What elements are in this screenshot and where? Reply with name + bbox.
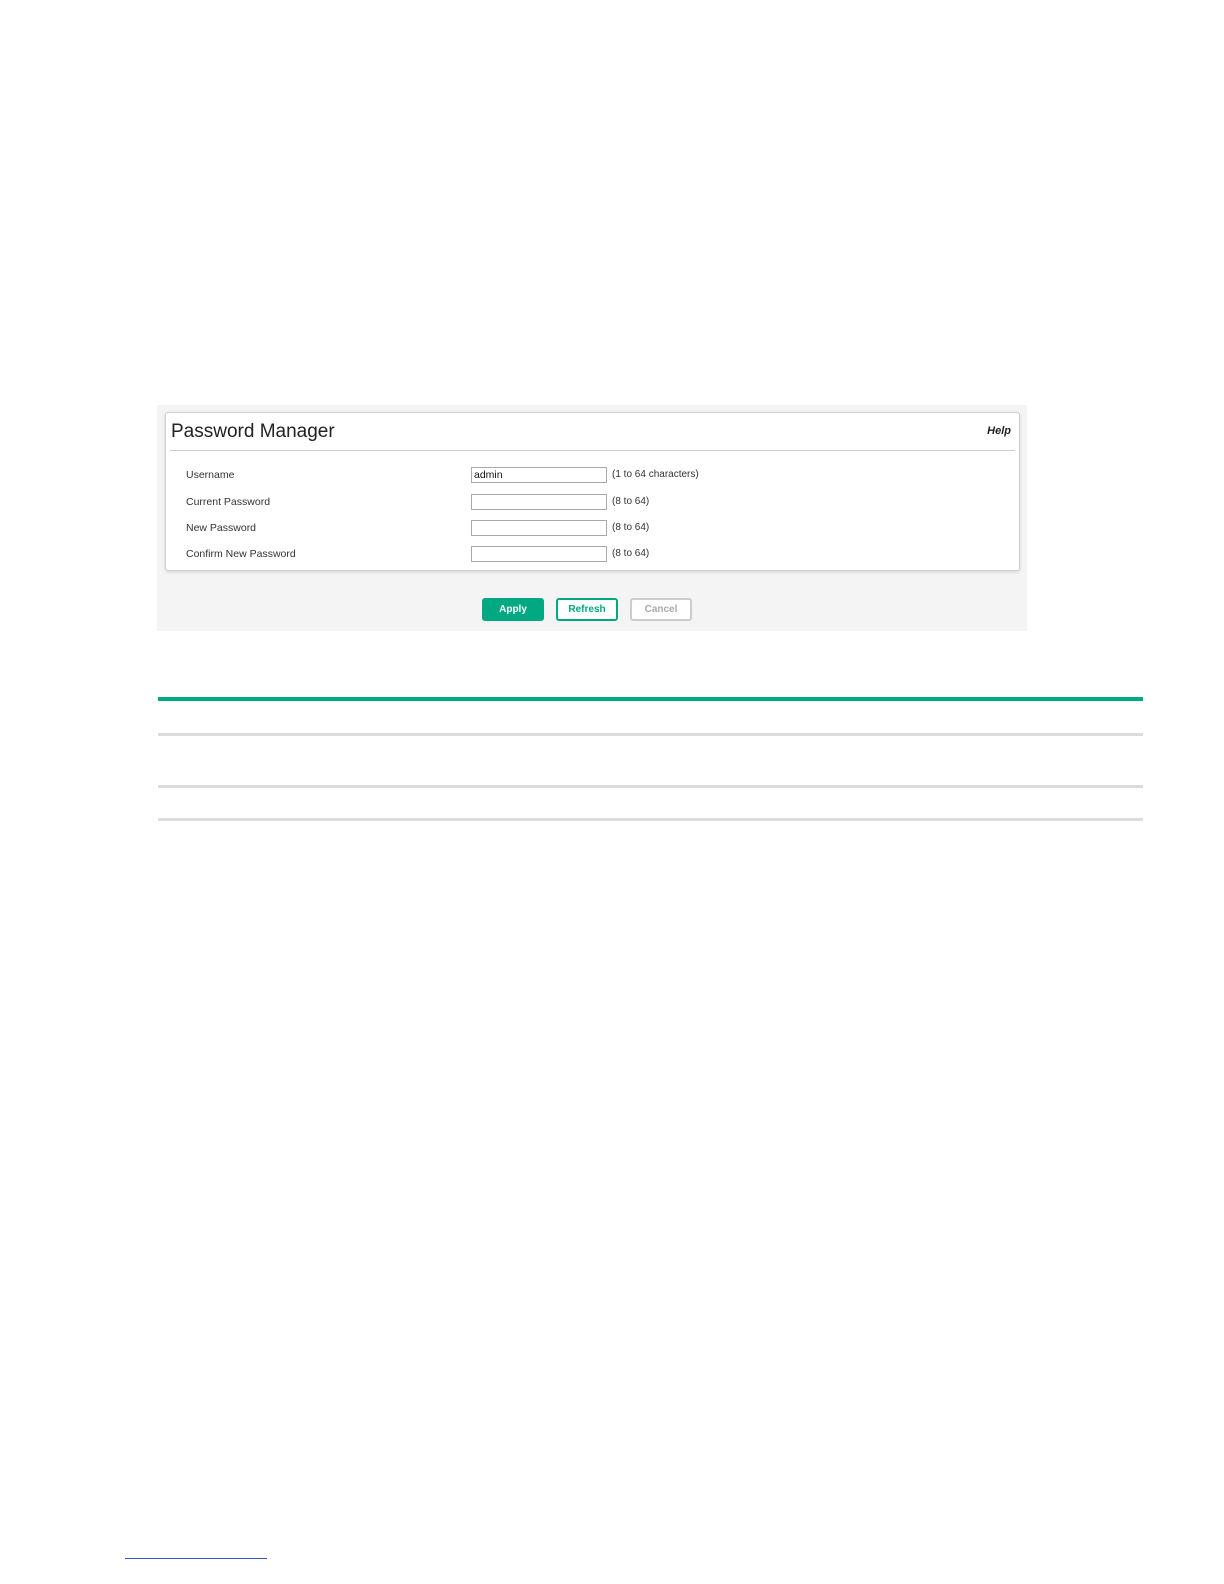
- new-password-label: New Password: [186, 522, 257, 534]
- new-password-hint: (8 to 64): [612, 522, 650, 533]
- confirm-password-hint: (8 to 64): [612, 548, 650, 559]
- table-bottom-rule: [158, 818, 1143, 821]
- username-row: Username (1 to 64 characters): [166, 467, 1019, 485]
- password-manager-screenshot: Password Manager Help Username (1 to 64 …: [157, 405, 1027, 631]
- table-row-divider: [158, 785, 1143, 788]
- confirm-password-label: Confirm New Password: [186, 548, 296, 560]
- confirm-password-input[interactable]: [471, 546, 607, 562]
- current-password-hint: (8 to 64): [612, 496, 650, 507]
- username-label: Username: [186, 469, 235, 481]
- new-password-row: New Password (8 to 64): [166, 520, 1019, 538]
- current-password-row: Current Password (8 to 64): [166, 494, 1019, 512]
- username-hint: (1 to 64 characters): [612, 469, 699, 480]
- table-header-rule: [158, 697, 1143, 701]
- refresh-button[interactable]: Refresh: [556, 598, 618, 621]
- page-title: Password Manager: [171, 421, 335, 442]
- help-link[interactable]: Help: [987, 425, 1011, 437]
- title-divider: [170, 450, 1015, 451]
- table-row-divider: [158, 733, 1143, 736]
- password-manager-panel: Password Manager Help Username (1 to 64 …: [165, 412, 1020, 571]
- current-password-label: Current Password: [186, 496, 271, 508]
- new-password-input[interactable]: [471, 520, 607, 536]
- confirm-password-row: Confirm New Password (8 to 64): [166, 546, 1019, 564]
- current-password-input[interactable]: [471, 494, 607, 510]
- apply-button[interactable]: Apply: [482, 598, 544, 621]
- username-input[interactable]: [471, 467, 607, 483]
- footer-link-underline[interactable]: [125, 1558, 267, 1559]
- cancel-button[interactable]: Cancel: [630, 598, 692, 621]
